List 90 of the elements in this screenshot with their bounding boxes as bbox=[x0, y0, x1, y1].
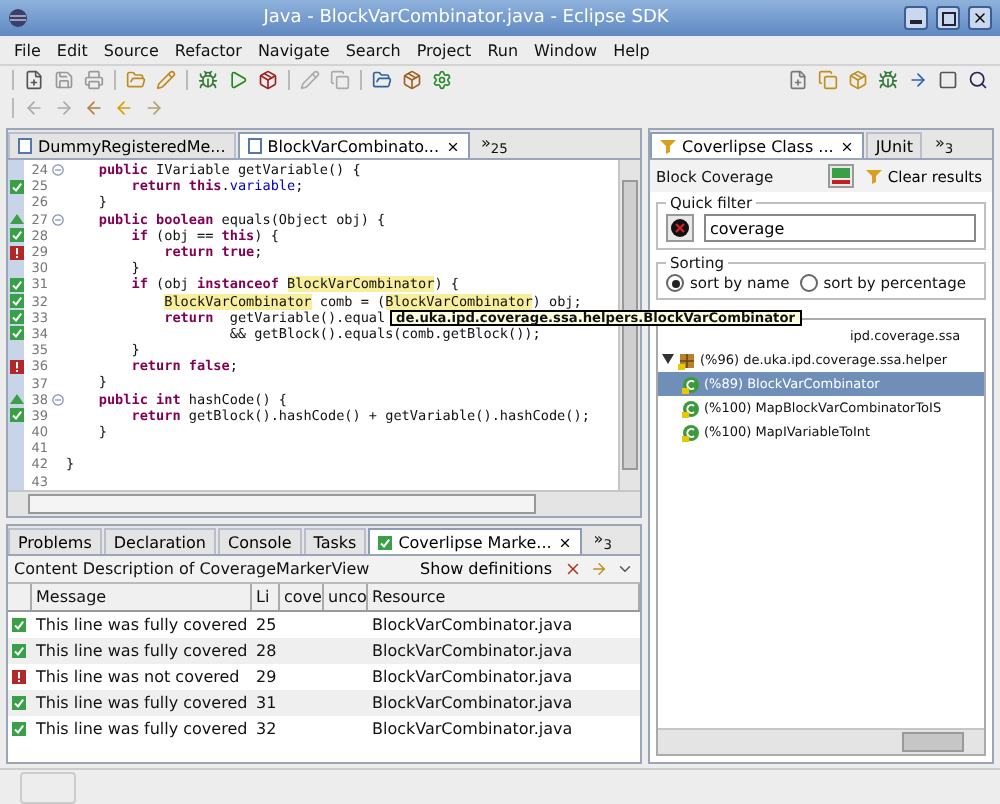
table-cell-text: This line was fully covered bbox=[34, 642, 250, 660]
expanded-arrow-icon[interactable] bbox=[662, 354, 674, 366]
filter-field[interactable]: coverage bbox=[704, 214, 976, 242]
pencil-icon[interactable] bbox=[156, 70, 176, 90]
box-icon[interactable] bbox=[402, 70, 422, 90]
java-file-icon bbox=[247, 138, 262, 154]
table-cell-text: This line was not covered bbox=[34, 668, 242, 686]
column-header[interactable]: Resource bbox=[368, 584, 640, 610]
table-cell-text: 31 bbox=[254, 694, 279, 712]
table-cell-text: BlockVarCombinator.java bbox=[370, 616, 575, 634]
content-description: Content Description of CoverageMarkerView bbox=[14, 560, 370, 578]
table-cell-text: BlockVarCombinator.java bbox=[370, 642, 575, 660]
new-file-icon[interactable] bbox=[24, 70, 44, 90]
view-tab[interactable]: Coverlipse Marke... bbox=[368, 528, 582, 554]
arrow-icon[interactable] bbox=[908, 70, 928, 90]
menu-item[interactable]: Window bbox=[526, 41, 606, 59]
table-cell-text: This line was fully covered bbox=[34, 720, 250, 738]
more-tabs[interactable]: »$_{25}$ bbox=[471, 134, 518, 158]
table-cell-text: BlockVarCombinator.java bbox=[370, 668, 575, 686]
fold-icon[interactable] bbox=[51, 213, 63, 226]
column-header[interactable]: Message bbox=[32, 584, 252, 610]
close-icon[interactable] bbox=[445, 139, 460, 153]
column-header[interactable]: cove bbox=[280, 584, 324, 610]
search-icon[interactable] bbox=[968, 70, 988, 90]
filter-icon bbox=[865, 168, 882, 184]
view-tab[interactable]: Problems bbox=[8, 528, 102, 554]
arrow-icon[interactable] bbox=[590, 560, 608, 578]
fold-icon[interactable] bbox=[51, 393, 63, 406]
more-tabs[interactable]: »$_{3}$ bbox=[924, 134, 964, 158]
menu-item[interactable]: Search bbox=[337, 41, 409, 59]
table-cell-text: 25 bbox=[254, 616, 279, 634]
view-tab[interactable]: Tasks bbox=[303, 528, 367, 554]
show-definitions-button[interactable]: Show definitions bbox=[416, 560, 556, 578]
filter-icon bbox=[660, 138, 676, 154]
menu-item[interactable]: Source bbox=[95, 41, 167, 59]
menu-item[interactable]: Navigate bbox=[249, 41, 338, 59]
debug-perspective-icon[interactable] bbox=[878, 70, 898, 90]
coverage-toggle-button[interactable] bbox=[827, 164, 854, 188]
window-icon[interactable] bbox=[938, 70, 958, 90]
menu-item[interactable]: Edit bbox=[48, 41, 96, 59]
check-icon bbox=[378, 535, 393, 549]
run-icon[interactable] bbox=[228, 70, 248, 90]
java-file-icon bbox=[18, 138, 32, 154]
view-tab[interactable]: Console bbox=[218, 528, 302, 554]
debug-icon[interactable] bbox=[198, 70, 218, 90]
column-header[interactable]: unco bbox=[324, 584, 368, 610]
gear-icon[interactable] bbox=[432, 70, 452, 90]
table-cell-text: BlockVarCombinator.java bbox=[370, 720, 575, 738]
eclipse-logo-icon bbox=[8, 8, 28, 28]
forward-icon[interactable] bbox=[144, 98, 164, 118]
table-cell-text: BlockVarCombinator.java bbox=[370, 694, 575, 712]
class-icon bbox=[682, 423, 700, 441]
menu-item[interactable]: Help bbox=[605, 41, 658, 59]
minimize-button[interactable] bbox=[904, 6, 928, 30]
table-cell-text: This line was fully covered bbox=[34, 694, 250, 712]
printer-icon[interactable] bbox=[84, 70, 104, 90]
column-header[interactable]: Li bbox=[252, 584, 280, 610]
more-tabs[interactable]: »$_{3}$ bbox=[583, 530, 622, 554]
view-menu-icon[interactable] bbox=[616, 560, 634, 578]
fold-icon[interactable] bbox=[51, 164, 63, 177]
clear-filter-button[interactable] bbox=[666, 214, 694, 242]
view-tab[interactable]: Declaration bbox=[103, 528, 216, 554]
table-cell-text: 32 bbox=[254, 720, 279, 738]
horizontal-scrollbar[interactable] bbox=[8, 490, 640, 516]
clear-icon bbox=[670, 218, 690, 238]
table-cell-text: 29 bbox=[254, 668, 279, 686]
menu-item[interactable]: Refactor bbox=[166, 41, 250, 59]
package-icon[interactable] bbox=[848, 70, 868, 90]
folder-icon[interactable] bbox=[126, 70, 146, 90]
close-icon[interactable] bbox=[557, 535, 572, 549]
editor-tab[interactable]: BlockVarCombinato... bbox=[237, 132, 470, 158]
horizontal-scrollbar[interactable] bbox=[658, 728, 984, 754]
maximize-button[interactable] bbox=[936, 6, 960, 30]
close-icon[interactable] bbox=[839, 139, 854, 153]
remove-icon[interactable] bbox=[564, 560, 582, 578]
class-icon bbox=[682, 399, 700, 417]
table-cell-text: 28 bbox=[254, 642, 279, 660]
menu-item[interactable]: Project bbox=[408, 41, 480, 59]
pages-icon[interactable] bbox=[818, 70, 838, 90]
class-icon bbox=[682, 375, 700, 393]
view-tab[interactable]: JUnit bbox=[865, 132, 923, 158]
window-title: Java - BlockVarCombinator.java - Eclipse SDK bbox=[260, 8, 671, 28]
bar-icon bbox=[831, 168, 850, 184]
menu-item[interactable]: Run bbox=[479, 41, 527, 59]
menu-item[interactable]: File bbox=[6, 41, 49, 59]
save-icon[interactable] bbox=[54, 70, 74, 90]
package-icon bbox=[678, 351, 696, 369]
table-cell-text: This line was fully covered bbox=[34, 616, 250, 634]
editor-tab[interactable]: DummyRegisteredMe... bbox=[8, 132, 236, 158]
view-tab[interactable]: Coverlipse Class ... bbox=[650, 132, 864, 158]
